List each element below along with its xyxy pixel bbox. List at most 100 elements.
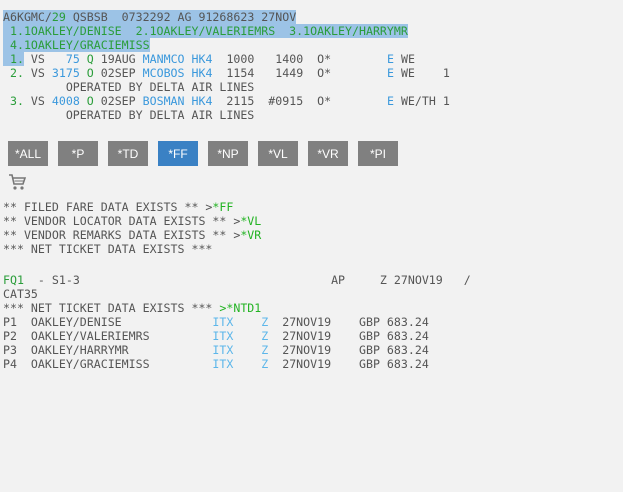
fare-quote-display: FQ1 - S1-3 AP Z 27NOV19 /CAT35 *** NET TI… bbox=[3, 273, 471, 371]
text-segment: 27NOV19 GBP 683.24 bbox=[268, 357, 429, 371]
text-segment: E bbox=[387, 52, 394, 66]
text-segment bbox=[233, 357, 261, 371]
text-segment: VS bbox=[23, 94, 52, 108]
text-segment: 1.1OAKLEY/DENISE 2.1OAKLEY/VALERIEMRS 3.… bbox=[3, 24, 408, 38]
fare-line: P3 OAKLEY/HARRYMR ITX Z 27NOV19 GBP 683.… bbox=[3, 343, 471, 357]
message-line: *** NET TICKET DATA EXISTS *** bbox=[3, 242, 261, 256]
line-text: *** NET TICKET DATA EXISTS *** >*NTD1 bbox=[3, 301, 261, 315]
command-link[interactable]: *VR bbox=[240, 228, 261, 242]
command-link[interactable]: *VL bbox=[240, 214, 261, 228]
text-segment: 27NOV19 GBP 683.24 bbox=[268, 343, 429, 357]
message-line: ** VENDOR LOCATOR DATA EXISTS ** >*VL bbox=[3, 214, 261, 228]
text-segment: 1154 1449 O* bbox=[212, 66, 387, 80]
text-segment: VS bbox=[23, 52, 66, 66]
text-segment bbox=[80, 66, 87, 80]
text-segment bbox=[80, 94, 87, 108]
text-segment: 1000 1400 O* bbox=[212, 52, 387, 66]
text-segment: MANMCO bbox=[142, 52, 185, 66]
text-segment: P4 OAKLEY/GRACIEMISS bbox=[3, 357, 213, 371]
text-segment bbox=[185, 66, 192, 80]
shopping-cart-icon[interactable] bbox=[8, 173, 26, 191]
fare-line: P1 OAKLEY/DENISE ITX Z 27NOV19 GBP 683.2… bbox=[3, 315, 471, 329]
text-segment: 02SEP bbox=[93, 66, 143, 80]
fare-line: P4 OAKLEY/GRACIEMISS ITX Z 27NOV19 GBP 6… bbox=[3, 357, 471, 371]
line-text: P2 OAKLEY/VALERIEMRS ITX Z 27NOV19 GBP 6… bbox=[3, 329, 429, 343]
text-segment: E bbox=[386, 94, 394, 108]
text-segment: 02SEP bbox=[93, 94, 143, 108]
button-np[interactable]: *NP bbox=[208, 141, 248, 166]
text-segment: 4.1OAKLEY/GRACIEMISS bbox=[3, 38, 150, 52]
text-segment: ** FILED FARE DATA EXISTS ** > bbox=[3, 200, 213, 214]
button-all[interactable]: *ALL bbox=[8, 141, 48, 166]
button-ff[interactable]: *FF bbox=[158, 141, 198, 166]
text-segment: A6KGMC/ bbox=[3, 10, 52, 24]
fare-line: *** NET TICKET DATA EXISTS *** >*NTD1 bbox=[3, 301, 471, 315]
pnr-line: 1.1OAKLEY/DENISE 2.1OAKLEY/VALERIEMRS 3.… bbox=[3, 24, 450, 38]
text-segment: E bbox=[386, 66, 394, 80]
message-lines: ** FILED FARE DATA EXISTS ** >*FF ** VEND… bbox=[3, 200, 261, 256]
text-segment bbox=[80, 52, 87, 66]
line-text: OPERATED BY DELTA AIR LINES bbox=[3, 108, 254, 122]
pnr-line: OPERATED BY DELTA AIR LINES bbox=[3, 80, 450, 94]
pnr-line: 4.1OAKLEY/GRACIEMISS bbox=[3, 38, 450, 52]
text-segment: 3175 bbox=[51, 66, 80, 80]
message-line: ** FILED FARE DATA EXISTS ** >*FF bbox=[3, 200, 261, 214]
text-segment: *** NET TICKET DATA EXISTS *** bbox=[3, 242, 213, 256]
text-segment: ITX bbox=[212, 357, 234, 371]
line-text: P4 OAKLEY/GRACIEMISS ITX Z 27NOV19 GBP 6… bbox=[3, 357, 429, 371]
text-segment: OPERATED BY DELTA AIR LINES bbox=[3, 108, 255, 122]
line-text: 1. VS 75 Q 19AUG MANMCO HK4 1000 1400 O*… bbox=[3, 52, 415, 66]
text-segment: Q bbox=[86, 52, 94, 66]
button-vl[interactable]: *VL bbox=[258, 141, 298, 166]
text-segment bbox=[233, 343, 261, 357]
line-text: 4.1OAKLEY/GRACIEMISS bbox=[3, 38, 150, 52]
line-text: CAT35 bbox=[3, 287, 38, 301]
text-segment: 2115 #0915 O* bbox=[212, 94, 387, 108]
text-segment: HK4 bbox=[191, 94, 213, 108]
text-segment: HK4 bbox=[191, 66, 213, 80]
fare-line: FQ1 - S1-3 AP Z 27NOV19 / bbox=[3, 273, 471, 287]
text-segment: QSBSB 0732292 AG 91268623 27NOV bbox=[65, 10, 297, 24]
text-segment: 19AUG bbox=[93, 52, 143, 66]
button-p[interactable]: *P bbox=[58, 141, 98, 166]
text-segment: 29 bbox=[51, 10, 66, 24]
command-link[interactable]: >*NTD1 bbox=[219, 301, 261, 315]
line-text: OPERATED BY DELTA AIR LINES bbox=[3, 80, 254, 94]
text-segment bbox=[233, 315, 261, 329]
text-segment: MCOBOS bbox=[142, 66, 185, 80]
line-text: FQ1 - S1-3 AP Z 27NOV19 / bbox=[3, 273, 471, 287]
pnr-display: A6KGMC/29 QSBSB 0732292 AG 91268623 27NO… bbox=[3, 10, 450, 122]
line-text: ** VENDOR LOCATOR DATA EXISTS ** >*VL bbox=[3, 214, 261, 228]
line-text: ** FILED FARE DATA EXISTS ** >*FF bbox=[3, 200, 233, 214]
pnr-line: 2. VS 3175 O 02SEP MCOBOS HK4 1154 1449 … bbox=[3, 66, 450, 80]
text-segment: 75 bbox=[65, 52, 80, 66]
button-vr[interactable]: *VR bbox=[308, 141, 348, 166]
button-td[interactable]: *TD bbox=[108, 141, 148, 166]
fare-line: P2 OAKLEY/VALERIEMRS ITX Z 27NOV19 GBP 6… bbox=[3, 329, 471, 343]
text-segment: WE/TH 1 bbox=[393, 94, 450, 108]
button-pi[interactable]: *PI bbox=[358, 141, 398, 166]
text-segment: 27NOV19 GBP 683.24 bbox=[268, 315, 429, 329]
text-segment: OPERATED BY DELTA AIR LINES bbox=[3, 80, 255, 94]
fare-line: CAT35 bbox=[3, 287, 471, 301]
line-text: 2. VS 3175 O 02SEP MCOBOS HK4 1154 1449 … bbox=[3, 66, 450, 80]
line-text: 3. VS 4008 O 02SEP BOSMAN HK4 2115 #0915… bbox=[3, 94, 450, 108]
text-segment: HK4 bbox=[191, 52, 213, 66]
line-text: 1.1OAKLEY/DENISE 2.1OAKLEY/VALERIEMRS 3.… bbox=[3, 24, 408, 38]
command-link[interactable]: FQ1 bbox=[3, 273, 24, 287]
text-segment: ** VENDOR LOCATOR DATA EXISTS ** > bbox=[3, 214, 241, 228]
text-segment: 3. bbox=[3, 94, 24, 108]
text-segment: CAT35 bbox=[3, 287, 38, 301]
text-segment: *** NET TICKET DATA EXISTS *** bbox=[3, 301, 220, 315]
line-text: ** VENDOR REMARKS DATA EXISTS ** >*VR bbox=[3, 228, 261, 242]
pnr-line: OPERATED BY DELTA AIR LINES bbox=[3, 108, 450, 122]
text-segment: ITX bbox=[212, 315, 234, 329]
line-text: P3 OAKLEY/HARRYMR ITX Z 27NOV19 GBP 683.… bbox=[3, 343, 429, 357]
text-segment bbox=[185, 94, 192, 108]
pnr-line: 3. VS 4008 O 02SEP BOSMAN HK4 2115 #0915… bbox=[3, 94, 450, 108]
text-segment: - S1-3 AP Z 27NOV19 / bbox=[23, 273, 471, 287]
message-line: ** VENDOR REMARKS DATA EXISTS ** >*VR bbox=[3, 228, 261, 242]
line-text: A6KGMC/29 QSBSB 0732292 AG 91268623 27NO… bbox=[3, 10, 297, 24]
text-segment: 2. bbox=[3, 66, 24, 80]
command-link[interactable]: *FF bbox=[212, 200, 233, 214]
